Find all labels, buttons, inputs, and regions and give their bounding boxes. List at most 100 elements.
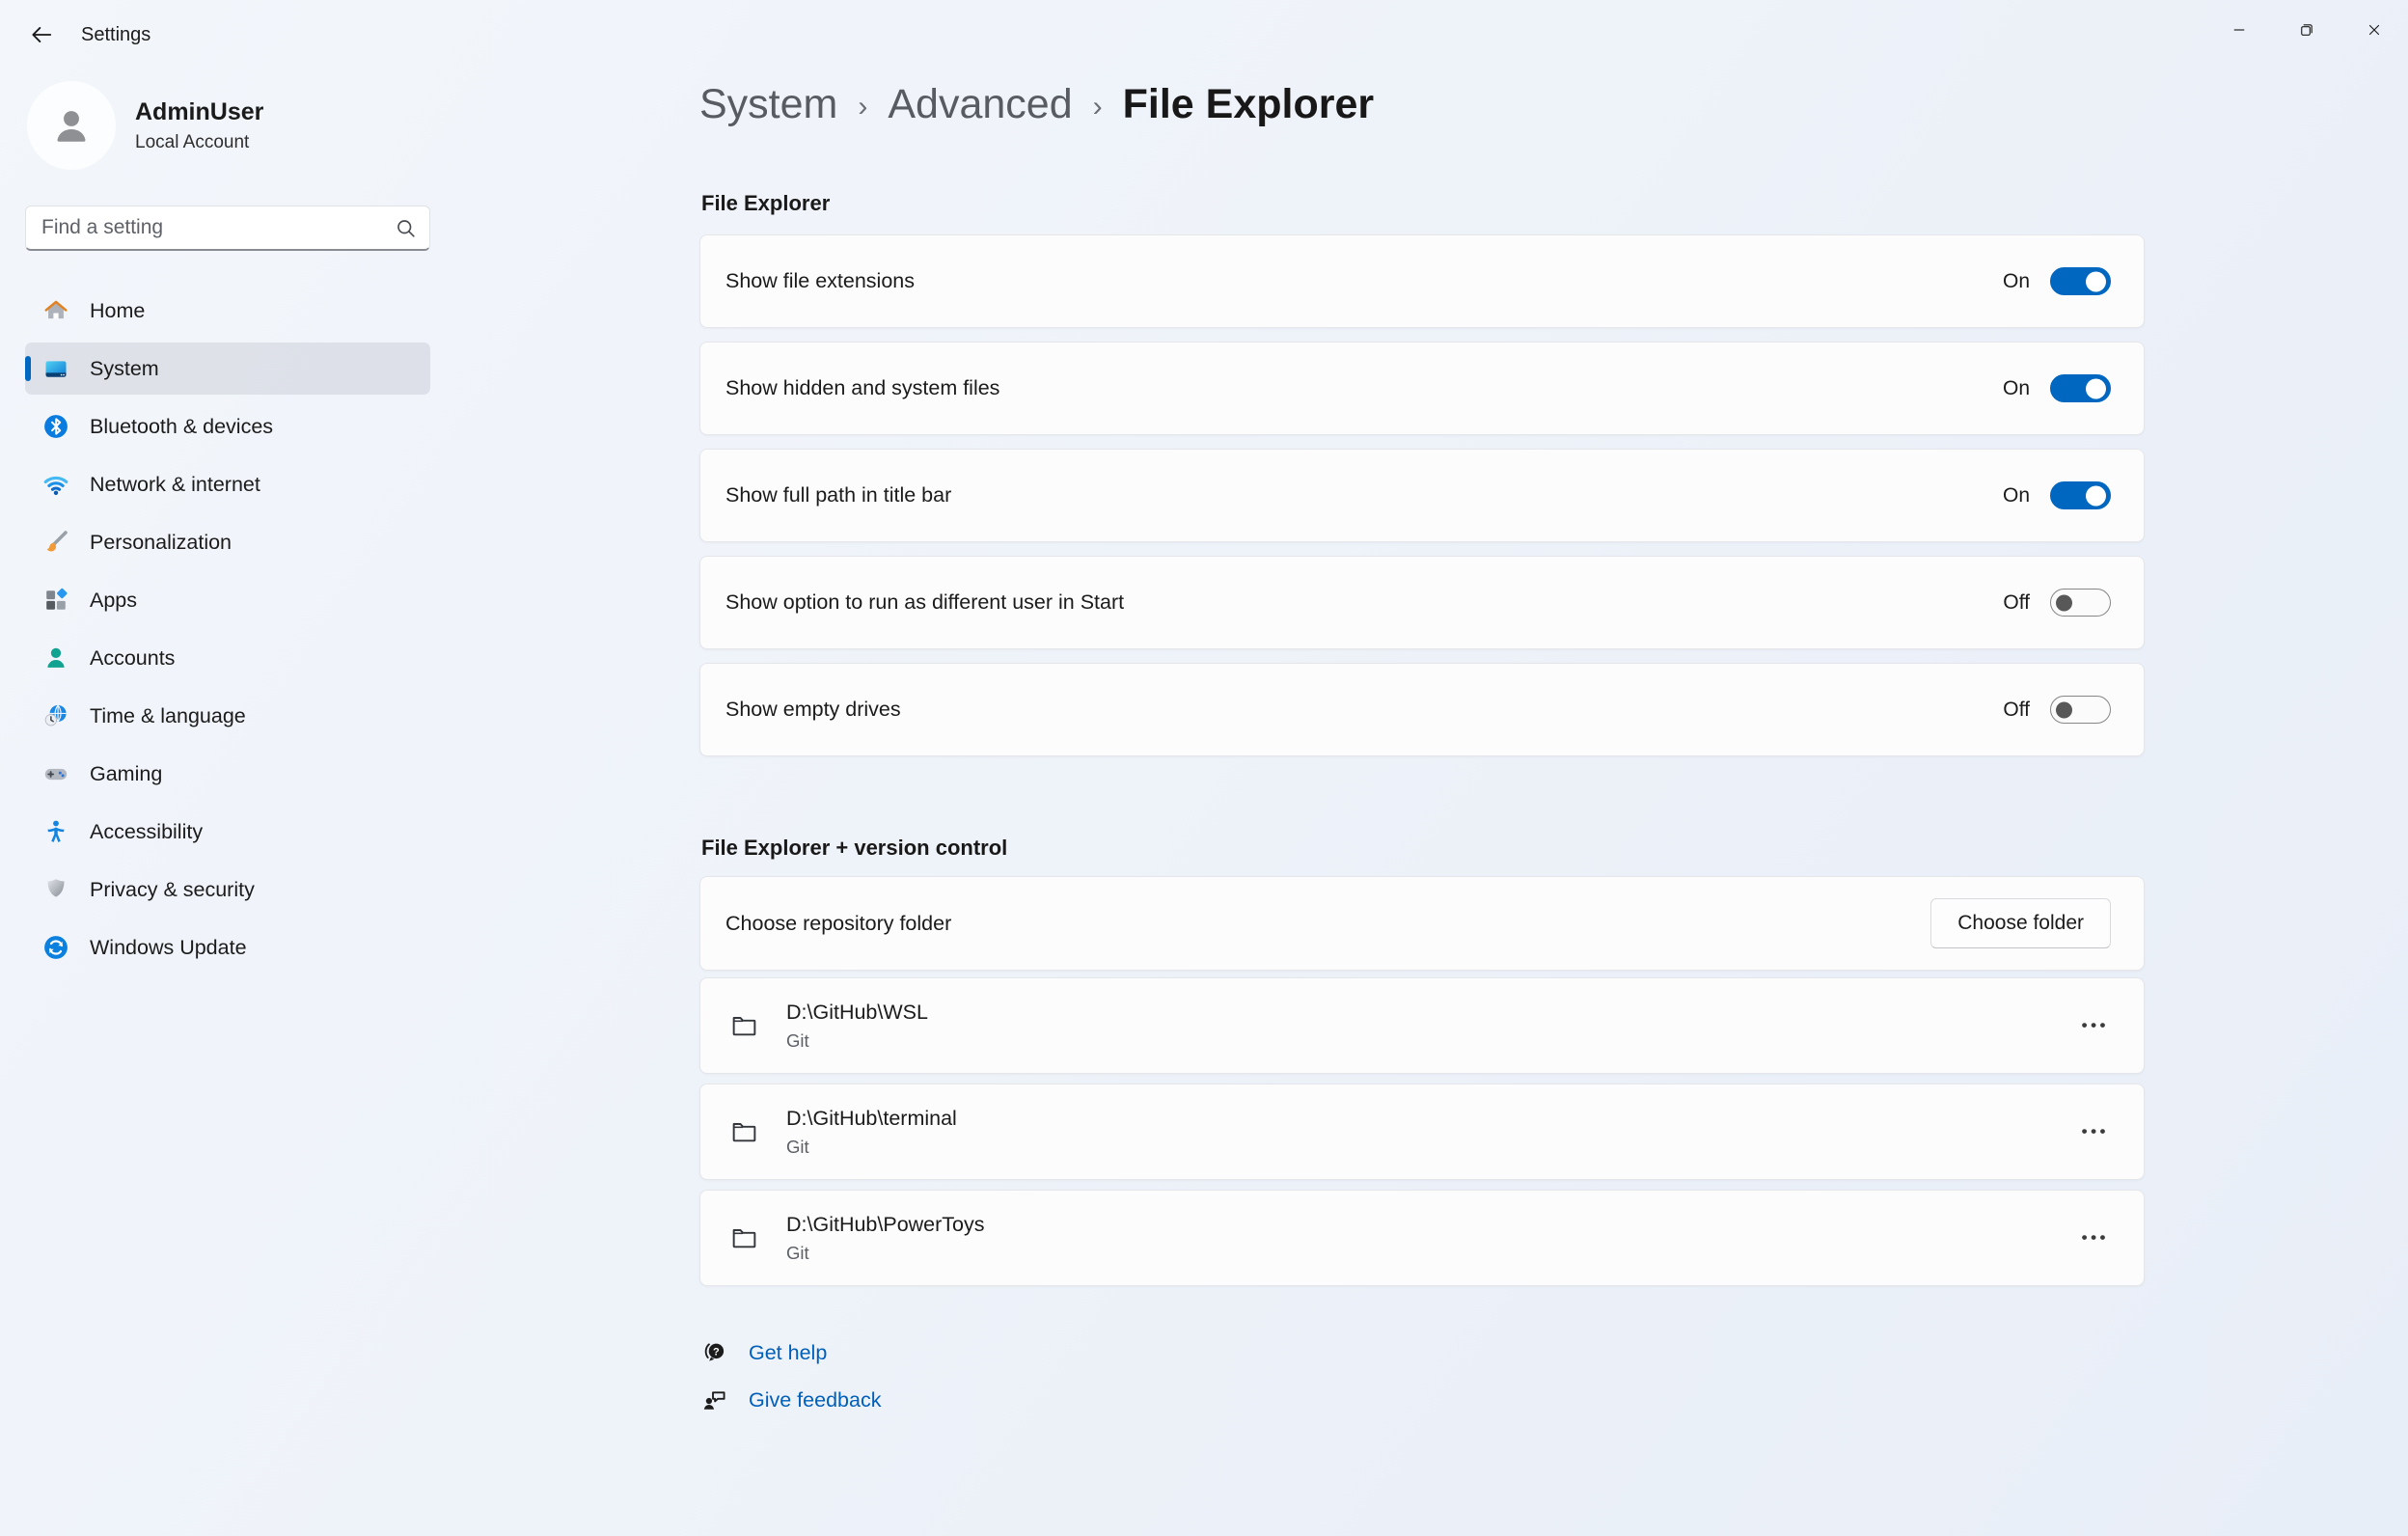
close-button[interactable] (2340, 0, 2408, 60)
give-feedback-link[interactable]: Give feedback (749, 1388, 881, 1413)
sidebar-item-system[interactable]: System (25, 343, 430, 395)
back-button[interactable] (19, 13, 64, 57)
repo-row-powertoys[interactable]: D:\GitHub\PowerToys Git ••• (699, 1190, 2145, 1286)
repo-path: D:\GitHub\PowerToys (786, 1213, 985, 1237)
toggle-thumb (2086, 378, 2106, 398)
sidebar-item-time-language[interactable]: Time & language (25, 690, 430, 742)
setting-row-show-empty-drives: Show empty drives Off (699, 663, 2145, 756)
folder-icon (729, 1117, 759, 1147)
toggle-switch[interactable] (2050, 374, 2111, 402)
chevron-right-icon: › (1093, 86, 1103, 123)
repo-path: D:\GitHub\WSL (786, 1001, 928, 1025)
toggle-switch[interactable] (2050, 589, 2111, 617)
setting-label: Show option to run as different user in … (725, 590, 1124, 615)
repo-row-wsl[interactable]: D:\GitHub\WSL Git ••• (699, 977, 2145, 1074)
bluetooth-icon (42, 413, 69, 440)
breadcrumb-system[interactable]: System (699, 81, 837, 128)
avatar (27, 81, 116, 170)
sidebar-item-label: Network & internet (90, 473, 260, 497)
search-input[interactable] (41, 216, 394, 239)
sidebar-item-privacy-security[interactable]: Privacy & security (25, 864, 430, 916)
toggle-switch[interactable] (2050, 267, 2111, 295)
toggle-state-label: On (2003, 377, 2030, 400)
sidebar-item-label: Accessibility (90, 820, 203, 844)
sidebar-item-accounts[interactable]: Accounts (25, 632, 430, 684)
sidebar-item-personalization[interactable]: Personalization (25, 516, 430, 568)
person-icon (44, 98, 98, 152)
search-box (25, 206, 430, 251)
app-title: Settings (81, 24, 150, 46)
apps-icon (42, 587, 69, 614)
toggle-thumb (2086, 271, 2106, 291)
chooser-label: Choose repository folder (725, 912, 951, 936)
get-help-link[interactable]: Get help (749, 1341, 827, 1365)
search-icon[interactable] (394, 216, 418, 240)
minimize-icon (2230, 21, 2248, 39)
accounts-person-icon (42, 645, 69, 672)
give-feedback-icon (701, 1386, 728, 1413)
setting-label: Show empty drives (725, 698, 901, 722)
setting-row-show-file-extensions: Show file extensions On (699, 234, 2145, 328)
sidebar-nav: Home System Bluetooth & devices Network … (25, 285, 430, 979)
sidebar-item-label: Home (90, 299, 145, 323)
more-options-icon[interactable]: ••• (2080, 1006, 2111, 1045)
svg-text:?: ? (713, 1346, 720, 1358)
back-arrow-icon (29, 22, 54, 47)
more-options-icon[interactable]: ••• (2080, 1219, 2111, 1257)
setting-row-run-as-different-user: Show option to run as different user in … (699, 556, 2145, 649)
toggle-switch[interactable] (2050, 696, 2111, 724)
setting-row-show-hidden-system-files: Show hidden and system files On (699, 342, 2145, 435)
paintbrush-icon (42, 529, 69, 556)
sidebar-item-accessibility[interactable]: Accessibility (25, 806, 430, 858)
sidebar-item-label: Privacy & security (90, 878, 255, 902)
accessibility-icon (42, 818, 69, 845)
window-controls (2205, 0, 2408, 60)
repo-row-terminal[interactable]: D:\GitHub\terminal Git ••• (699, 1083, 2145, 1180)
repo-subtitle: Git (786, 1243, 985, 1264)
sidebar-item-home[interactable]: Home (25, 285, 430, 337)
repo-subtitle: Git (786, 1030, 928, 1052)
maximize-restore-button[interactable] (2273, 0, 2340, 60)
update-sync-icon (42, 934, 69, 961)
repo-path: D:\GitHub\terminal (786, 1107, 957, 1131)
user-block: AdminUser Local Account (27, 81, 263, 170)
toggle-state-label: Off (2003, 699, 2030, 722)
gamepad-icon (42, 760, 69, 787)
sidebar-item-network-internet[interactable]: Network & internet (25, 458, 430, 510)
choose-repository-row: Choose repository folder Choose folder (699, 876, 2145, 971)
get-help-icon: ? (701, 1339, 728, 1366)
sidebar-item-label: Apps (90, 589, 137, 613)
folder-icon (729, 1011, 759, 1041)
sidebar-item-bluetooth-devices[interactable]: Bluetooth & devices (25, 400, 430, 453)
sidebar-item-label: Gaming (90, 762, 162, 786)
toggle-state-label: Off (2003, 591, 2030, 615)
toggle-state-label: On (2003, 270, 2030, 293)
sidebar-item-gaming[interactable]: Gaming (25, 748, 430, 800)
sidebar-item-apps[interactable]: Apps (25, 574, 430, 626)
system-icon (42, 355, 69, 382)
sidebar-item-label: System (90, 357, 159, 381)
more-options-icon[interactable]: ••• (2080, 1112, 2111, 1151)
shield-icon (42, 876, 69, 903)
section-title-version-control: File Explorer + version control (701, 836, 1007, 861)
toggle-switch[interactable] (2050, 481, 2111, 509)
home-icon (42, 297, 69, 324)
setting-label: Show full path in title bar (725, 483, 951, 507)
choose-folder-button[interactable]: Choose folder (1930, 898, 2111, 948)
user-account-type: Local Account (135, 132, 263, 153)
setting-label: Show file extensions (725, 269, 915, 293)
minimize-button[interactable] (2205, 0, 2273, 60)
sidebar-item-label: Personalization (90, 531, 232, 555)
repo-subtitle: Git (786, 1137, 957, 1158)
globe-clock-icon (42, 702, 69, 729)
wifi-icon (42, 471, 69, 498)
get-help-row: ? Get help (701, 1331, 827, 1374)
breadcrumb-advanced[interactable]: Advanced (888, 81, 1072, 128)
toggle-thumb (2086, 485, 2106, 506)
close-icon (2366, 21, 2383, 39)
setting-label: Show hidden and system files (725, 376, 999, 400)
sidebar-item-label: Accounts (90, 646, 175, 671)
toggle-thumb (2056, 594, 2072, 611)
restore-icon (2298, 21, 2315, 39)
sidebar-item-windows-update[interactable]: Windows Update (25, 921, 430, 974)
